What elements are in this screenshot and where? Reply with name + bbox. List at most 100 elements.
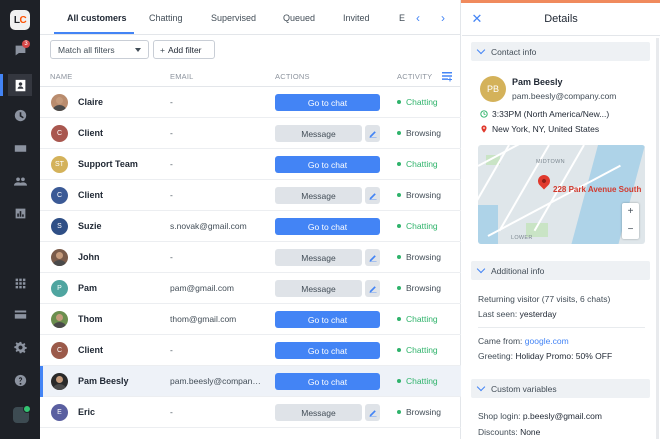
pencil-icon[interactable] [365, 404, 380, 421]
avatar: C [51, 187, 68, 204]
archives-icon[interactable] [8, 104, 32, 126]
match-filters-select[interactable]: Match all filters [50, 40, 149, 59]
header-email[interactable]: EMAIL [170, 72, 194, 81]
status-dot-icon [397, 100, 401, 104]
customer-name[interactable]: Client [78, 345, 103, 355]
pencil-icon[interactable] [365, 187, 380, 204]
table-row[interactable]: Claire - Go to chat Chatting [40, 87, 461, 118]
table-row[interactable]: S Suzie s.novak@gmail.com Go to chat Chattin… [40, 211, 461, 242]
active-indicator [0, 74, 3, 96]
header-actions: ACTIONS [275, 72, 310, 81]
table-row[interactable]: E Eric - Message Browsing [40, 397, 461, 428]
status-dot-icon [397, 193, 401, 197]
customer-name[interactable]: Claire [78, 97, 103, 107]
status-dot-icon [397, 410, 401, 414]
location-map[interactable]: MIDTOWN LOWER 228 Park Avenue South + − [478, 145, 645, 244]
customer-email: - [170, 407, 173, 417]
came-from-link[interactable]: google.com [525, 336, 569, 346]
table-row[interactable]: C Client - Message Browsing [40, 180, 461, 211]
team-icon[interactable] [8, 170, 32, 192]
table-row[interactable]: C Client - Message Browsing [40, 118, 461, 149]
customer-email: s.novak@gmail.com [170, 221, 247, 231]
table-row[interactable]: Pam Beesly pam.beesly@company.... Go to ch… [40, 366, 461, 397]
customers-icon[interactable] [8, 74, 32, 96]
tab-more[interactable]: E [399, 13, 405, 23]
tickets-icon[interactable] [8, 137, 32, 159]
details-scrollbar[interactable] [656, 38, 659, 439]
chevron-right-icon[interactable]: › [435, 10, 451, 26]
reports-icon[interactable] [8, 202, 32, 224]
settings-icon[interactable] [8, 336, 32, 358]
caret-down-icon [135, 48, 141, 52]
table-row[interactable]: P Pam pam@gmail.com Message Browsing [40, 273, 461, 304]
chats-icon[interactable]: 3 [8, 39, 32, 61]
zoom-in-button[interactable]: + [622, 203, 639, 221]
tab-chatting[interactable]: Chatting [149, 13, 183, 23]
table-row[interactable]: John - Message Browsing [40, 242, 461, 273]
unread-badge: 3 [22, 40, 30, 48]
go-to-chat-button[interactable]: Go to chat [275, 218, 380, 235]
table-row[interactable]: C Client - Go to chat Chatting [40, 335, 461, 366]
apps-icon[interactable] [8, 272, 32, 294]
chevron-left-icon[interactable]: ‹ [410, 10, 426, 26]
avatar [51, 249, 68, 266]
contact-location: New York, NY, United States [480, 124, 599, 134]
customer-name[interactable]: Client [78, 190, 103, 200]
chevron-down-icon [476, 264, 486, 274]
agent-avatar[interactable] [13, 405, 31, 423]
tab-supervised[interactable]: Supervised [211, 13, 256, 23]
pencil-icon[interactable] [365, 125, 380, 142]
go-to-chat-button[interactable]: Go to chat [275, 342, 380, 359]
customer-email: - [170, 345, 173, 355]
help-icon[interactable] [8, 369, 32, 391]
status-dot-icon [397, 286, 401, 290]
customer-name[interactable]: Client [78, 128, 103, 138]
customers-list-panel: All customers Chatting Supervised Queued… [40, 0, 461, 439]
table-row[interactable]: Thom thom@gmail.com Go to chat Chatting [40, 304, 461, 335]
billing-icon[interactable] [8, 303, 32, 325]
add-filter-button[interactable]: + Add filter [153, 40, 215, 59]
avatar: E [51, 404, 68, 421]
additional-info-section-header[interactable]: Additional info [471, 261, 650, 280]
header-activity[interactable]: ACTIVITY [397, 72, 432, 81]
go-to-chat-button[interactable]: Go to chat [275, 94, 380, 111]
contact-email[interactable]: pam.beesly@company.com [512, 91, 616, 101]
zoom-out-button[interactable]: − [622, 221, 639, 239]
local-time: 3:33PM (North America/New...) [480, 109, 609, 119]
customer-tabs: All customers Chatting Supervised Queued… [40, 0, 461, 35]
message-button[interactable]: Message [275, 249, 362, 266]
custom-variables-section-header[interactable]: Custom variables [471, 379, 650, 398]
message-button[interactable]: Message [275, 125, 362, 142]
go-to-chat-button[interactable]: Go to chat [275, 373, 380, 390]
contact-info-section-header[interactable]: Contact info [471, 42, 650, 61]
customer-email: thom@gmail.com [170, 314, 237, 324]
tab-invited[interactable]: Invited [343, 13, 370, 23]
clock-icon [480, 110, 488, 118]
message-button[interactable]: Message [275, 187, 362, 204]
activity-status: Chatting [397, 221, 438, 231]
table-row[interactable]: ST Support Team - Go to chat Chatting [40, 149, 461, 180]
avatar [51, 311, 68, 328]
pencil-icon[interactable] [365, 249, 380, 266]
go-to-chat-button[interactable]: Go to chat [275, 311, 380, 328]
customer-name[interactable]: Suzie [78, 221, 102, 231]
livechat-logo[interactable]: LC [10, 10, 30, 30]
message-button[interactable]: Message [275, 404, 362, 421]
customer-name[interactable]: Eric [78, 407, 95, 417]
tab-queued[interactable]: Queued [283, 13, 315, 23]
customer-name[interactable]: Support Team [78, 159, 138, 169]
pencil-icon[interactable] [365, 280, 380, 297]
tab-all-customers[interactable]: All customers [67, 13, 127, 23]
message-button[interactable]: Message [275, 280, 362, 297]
go-to-chat-button[interactable]: Go to chat [275, 156, 380, 173]
customer-email: pam@gmail.com [170, 283, 234, 293]
divider [478, 327, 645, 328]
customer-name[interactable]: Pam Beesly [78, 376, 129, 386]
customer-name[interactable]: John [78, 252, 100, 262]
status-dot-icon [397, 379, 401, 383]
customer-email: - [170, 159, 173, 169]
customer-name[interactable]: Thom [78, 314, 103, 324]
customer-name[interactable]: Pam [78, 283, 97, 293]
header-name[interactable]: NAME [50, 72, 72, 81]
columns-settings-icon[interactable] [441, 70, 453, 82]
